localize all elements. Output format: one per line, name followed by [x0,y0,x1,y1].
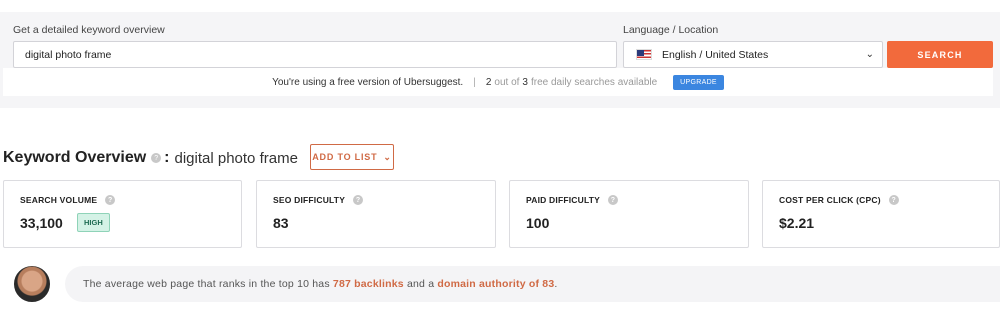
add-to-list-label: ADD TO LIST [312,152,378,162]
chevron-down-icon: ⌄ [383,151,392,162]
free-version-text: You're using a free version of Ubersugge… [272,76,464,88]
overview-heading: Keyword Overview ? : digital photo frame [3,147,298,169]
metric-card-search-volume: SEARCH VOLUME? 33,100 HIGH [3,180,242,248]
volume-badge: HIGH [77,213,110,232]
upgrade-button[interactable]: UPGRADE [673,74,724,90]
metric-title: SEARCH VOLUME [20,195,98,205]
searches-rest: free daily searches available [530,76,658,88]
metric-value: 83 [273,215,289,231]
question-icon[interactable]: ? [105,195,116,205]
tip-text-before: The average web page that ranks in the t… [83,278,330,290]
domain-authority-link[interactable]: domain authority of 83 [437,278,554,290]
title-colon: : [164,149,170,166]
backlinks-link[interactable]: 787 backlinks [333,278,404,290]
metric-value: 33,100 [20,215,63,231]
question-icon[interactable]: ? [353,195,364,205]
overview-keyword: digital photo frame [174,149,298,167]
free-version-bar: You're using a free version of Ubersugge… [3,68,993,96]
language-select[interactable]: English / United States ⌄ [623,41,883,68]
metric-value: 100 [526,215,550,231]
page-title: Keyword Overview [3,149,147,166]
search-button[interactable]: SEARCH [887,41,993,68]
metric-title: SEO DIFFICULTY [273,195,346,205]
language-label: Language / Location [623,24,719,36]
metric-title: PAID DIFFICULTY [526,195,600,205]
metric-card-paid-difficulty: PAID DIFFICULTY? 100 [509,180,749,248]
tip-message: The average web page that ranks in the t… [65,266,1000,302]
metric-card-cpc: COST PER CLICK (CPC)? $2.21 [762,180,1000,248]
add-to-list-button[interactable]: ADD TO LIST ⌄ [310,144,394,170]
keyword-label: Get a detailed keyword overview [13,24,165,36]
divider: | [473,76,476,88]
tip-text-middle: and a [406,278,435,290]
tip-row: The average web page that ranks in the t… [3,264,1000,304]
chevron-down-icon: ⌄ [865,49,874,60]
searches-used: 2 [485,76,492,88]
searches-out-of: out of [494,76,520,88]
question-icon[interactable]: ? [888,195,899,205]
searches-total: 3 [522,76,528,88]
tip-text-after: . [554,278,558,290]
metric-card-seo-difficulty: SEO DIFFICULTY? 83 [256,180,496,248]
keyword-input[interactable]: digital photo frame [13,41,617,68]
question-icon[interactable]: ? [151,153,162,163]
us-flag-icon [636,49,652,60]
language-select-value: English / United States [662,48,769,61]
metric-title: COST PER CLICK (CPC) [779,195,881,205]
metric-value: $2.21 [779,215,815,231]
question-icon[interactable]: ? [607,195,618,205]
avatar [12,264,52,304]
keyword-input-value: digital photo frame [25,48,112,61]
